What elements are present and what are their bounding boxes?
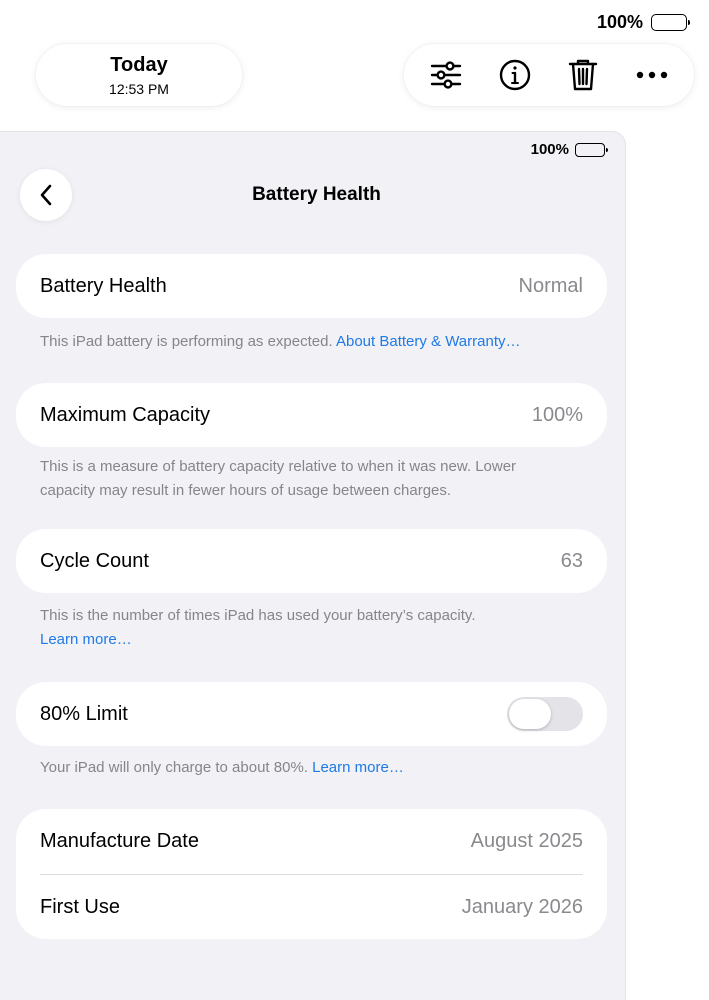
limit-label: 80% Limit (40, 702, 128, 725)
battery-health-value: Normal (518, 274, 583, 297)
manufacture-date-label: Manufacture Date (40, 830, 199, 852)
outer-status-bar: 100% (596, 12, 690, 33)
date-header[interactable]: Today 12:53 PM (36, 44, 242, 106)
battery-health-footnote: This iPad battery is performing as expec… (40, 330, 580, 354)
cycle-count-value: 63 (560, 549, 583, 572)
inner-status-bar: 100% (530, 141, 608, 158)
more-button[interactable] (628, 51, 676, 99)
toolbar (404, 44, 694, 106)
inner-battery-percent: 100% (530, 141, 569, 158)
max-capacity-group: Maximum Capacity 100% (16, 383, 607, 447)
battery-percent: 100% (596, 12, 643, 32)
cycle-count-footnote-text: This is the number of times iPad has use… (40, 607, 476, 624)
cycle-count-footnote: This is the number of times iPad has use… (40, 604, 580, 652)
battery-icon (651, 14, 690, 31)
max-capacity-value: 100% (531, 403, 583, 426)
header-time: 12:53 PM (109, 80, 169, 97)
more-icon (636, 71, 667, 79)
first-use-value: January 2026 (461, 895, 583, 918)
adjust-button[interactable] (422, 51, 470, 99)
info-button[interactable] (491, 51, 539, 99)
max-capacity-label: Maximum Capacity (40, 403, 211, 426)
cycle-count-learn-more-link[interactable]: Learn more… (40, 628, 580, 652)
first-use-label: First Use (40, 895, 120, 918)
manufacture-date-value: August 2025 (470, 830, 583, 852)
battery-warranty-link[interactable]: About Battery & Warranty… (336, 333, 521, 350)
battery-health-group: Battery Health Normal (16, 254, 607, 318)
max-capacity-footnote: This is a measure of battery capacity re… (40, 455, 580, 503)
page-title: Battery Health (252, 184, 381, 205)
cycle-count-group: Cycle Count 63 (16, 529, 607, 593)
limit-learn-more-link[interactable]: Learn more… (312, 759, 404, 776)
max-capacity-footnote-line1: This is a measure of battery capacity re… (40, 458, 517, 475)
trash-icon (569, 59, 598, 91)
limit-footnote-text: Your iPad will only charge to about 80%. (40, 759, 308, 776)
cycle-count-label: Cycle Count (40, 549, 149, 572)
limit-group: 80% Limit (16, 682, 607, 746)
header-title: Today (110, 53, 168, 76)
battery-health-label: Battery Health (40, 274, 167, 297)
limit-toggle[interactable] (507, 697, 583, 731)
sliders-icon (431, 61, 462, 89)
toggle-knob (509, 699, 551, 729)
screenshot-preview: 100% Battery Health Battery Health Norma… (0, 131, 626, 1000)
max-capacity-footnote-line2: capacity may result in fewer hours of us… (40, 482, 452, 499)
limit-footnote: Your iPad will only charge to about 80%.… (40, 756, 580, 780)
info-icon (499, 59, 530, 91)
battery-health-footnote-text: This iPad battery is performing as expec… (40, 333, 333, 350)
manufacture-date-row: Manufacture Date August 2025 (16, 809, 607, 874)
max-capacity-row: Maximum Capacity 100% (16, 383, 607, 447)
battery-health-row: Battery Health Normal (16, 254, 607, 318)
cycle-count-row: Cycle Count 63 (16, 529, 607, 593)
limit-row: 80% Limit (16, 682, 607, 746)
first-use-row: First Use January 2026 (16, 875, 607, 939)
delete-button[interactable] (559, 51, 607, 99)
inner-battery-icon (575, 142, 608, 157)
dates-group: Manufacture Date August 2025 First Use J… (16, 809, 607, 939)
